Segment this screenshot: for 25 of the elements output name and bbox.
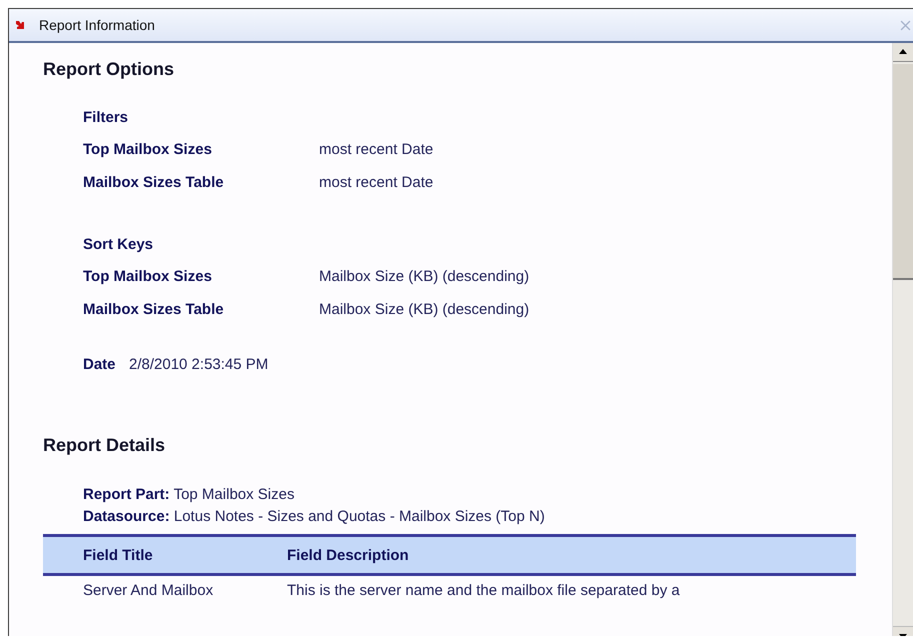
section-heading: Report Options — [43, 59, 175, 80]
option-value: Mailbox Size (KB) (descending) — [319, 268, 530, 285]
column-header: Field Description — [287, 536, 856, 574]
section-heading: Report Details — [43, 435, 166, 456]
group-heading: Filters — [83, 108, 130, 128]
table-cell: This is the server name and the mailbox file separated by a — [287, 574, 856, 599]
column-header: Field Title — [43, 536, 287, 574]
table-cell: Server And Mailbox — [43, 574, 287, 599]
detail-line: Datasource: Lotus Notes - Sizes and Quotas - Mailbox Sizes (Top N) — [83, 507, 546, 527]
group-heading: Sort Keys — [83, 235, 154, 255]
window-title: Report Information — [39, 17, 156, 33]
option-label: Top Mailbox Sizes — [83, 268, 213, 285]
option-value: most recent Date — [319, 141, 434, 158]
date-label: Date — [83, 356, 117, 373]
option-value: most recent Date — [319, 174, 434, 191]
scroll-up-button[interactable] — [893, 43, 913, 62]
option-value: Mailbox Size (KB) (descending) — [319, 301, 530, 318]
arrow-icon — [15, 20, 25, 30]
option-label: Top Mailbox Sizes — [83, 141, 213, 158]
date-value: 2/8/2010 2:53:45 PM — [129, 356, 268, 373]
detail-line: Report Part: Top Mailbox Sizes — [83, 485, 296, 505]
option-label: Mailbox Sizes Table — [83, 174, 225, 191]
option-label: Mailbox Sizes Table — [83, 301, 225, 318]
up-arrow-icon — [898, 47, 908, 57]
scroll-thumb[interactable] — [893, 64, 913, 280]
